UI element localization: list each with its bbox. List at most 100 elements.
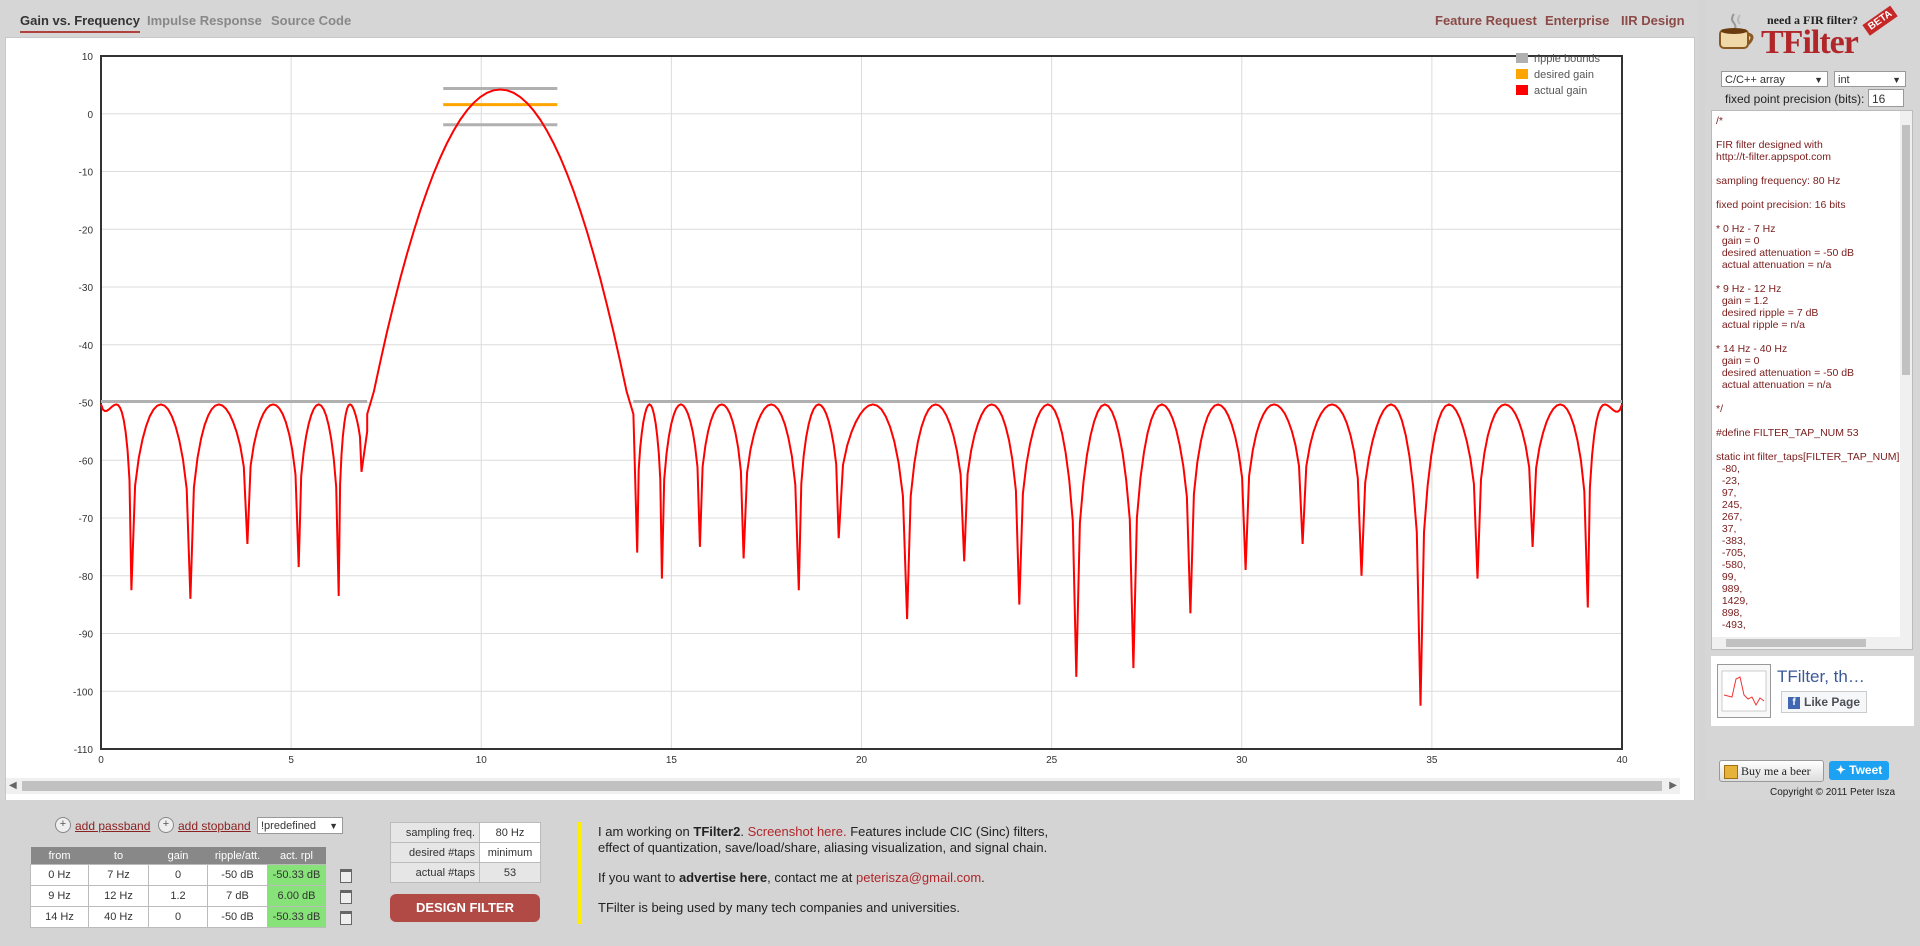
like-page-button[interactable]: f Like Page bbox=[1781, 691, 1867, 713]
predefined-select-value: !predefined bbox=[261, 820, 317, 832]
column-header: to bbox=[88, 847, 149, 865]
design-filter-button[interactable]: DESIGN FILTER bbox=[390, 894, 540, 922]
band-to-input[interactable]: 12 Hz bbox=[88, 885, 149, 907]
x-tick-label: 40 bbox=[1616, 755, 1628, 766]
band-actual-ripple: -50.33 dB bbox=[267, 906, 326, 928]
legend-label: ripple bounds bbox=[1534, 53, 1601, 65]
sampling-freq-input[interactable]: 80 Hz bbox=[479, 822, 541, 843]
thumbnail-chart-icon bbox=[1721, 670, 1767, 712]
chevron-down-icon: ▼ bbox=[329, 821, 338, 831]
advertise-here: advertise here bbox=[678, 870, 768, 885]
y-tick-label: -100 bbox=[73, 687, 93, 698]
band-ripple-input[interactable]: -50 dB bbox=[207, 906, 268, 928]
code-vertical-scrollbar[interactable] bbox=[1900, 111, 1912, 649]
buy-me-a-beer-button[interactable]: Buy me a beer bbox=[1719, 760, 1824, 782]
legend-swatch bbox=[1516, 85, 1528, 95]
bands-table-header: from to gain ripple/att. act. rpl bbox=[30, 847, 326, 865]
params-table: sampling freq. 80 Hz desired #taps minim… bbox=[390, 822, 541, 883]
language-select[interactable]: C/C++ array ▼ bbox=[1721, 71, 1828, 87]
copyright: Copyright © 2011 Peter Isza bbox=[1770, 787, 1896, 798]
chart-horizontal-scrollbar[interactable]: ◀ ▶ bbox=[6, 778, 1680, 794]
y-tick-label: -60 bbox=[79, 456, 94, 467]
legend-label: desired gain bbox=[1534, 69, 1594, 81]
announcement-text: Features include CIC (Sinc) filters, bbox=[846, 824, 1049, 839]
announcement-text: effect of quantization, save/load/share,… bbox=[598, 840, 1048, 855]
trash-icon[interactable] bbox=[340, 911, 352, 925]
like-page-label: Like Page bbox=[1804, 695, 1861, 709]
band-to-input[interactable]: 40 Hz bbox=[88, 906, 149, 928]
scroll-left-icon[interactable]: ◀ bbox=[9, 780, 17, 791]
x-tick-label: 30 bbox=[1236, 755, 1248, 766]
predefined-select[interactable]: !predefined ▼ bbox=[257, 817, 343, 834]
announcement-text: . bbox=[740, 824, 748, 839]
gain-chart-svg: 10 0 -10 -20 -30 -40 -50 -60 -70 -80 -90 -100 -110 0 5… bbox=[73, 52, 1628, 766]
scroll-right-icon[interactable]: ▶ bbox=[1669, 780, 1677, 791]
legend-label: actual gain bbox=[1534, 85, 1587, 97]
tab-gain-vs-frequency[interactable]: Gain vs. Frequency bbox=[20, 13, 140, 33]
band-from-input[interactable]: 0 Hz bbox=[30, 864, 89, 886]
add-stopband-icon[interactable]: + bbox=[158, 817, 174, 833]
beer-label: Buy me a beer bbox=[1741, 764, 1811, 778]
type-select[interactable]: int ▼ bbox=[1834, 71, 1906, 87]
param-row: sampling freq. 80 Hz bbox=[390, 822, 541, 843]
add-stopband-link[interactable]: add stopband bbox=[178, 819, 251, 833]
add-passband-icon[interactable]: + bbox=[55, 817, 71, 833]
band-ripple-input[interactable]: -50 dB bbox=[207, 864, 268, 886]
column-header: from bbox=[30, 847, 89, 865]
band-gain-input[interactable]: 0 bbox=[148, 906, 208, 928]
band-from-input[interactable]: 9 Hz bbox=[30, 885, 89, 907]
announcement-text: , contact me at bbox=[767, 870, 856, 885]
x-tick-label: 15 bbox=[666, 755, 678, 766]
band-gain-input[interactable]: 1.2 bbox=[148, 885, 208, 907]
tab-source-code[interactable]: Source Code bbox=[271, 13, 351, 28]
facebook-icon: f bbox=[1788, 696, 1800, 709]
announcement-line-1: I am working on TFilter2. Screenshot her… bbox=[598, 824, 1048, 856]
scrollbar-thumb[interactable] bbox=[22, 781, 1662, 791]
table-row: 9 Hz 12 Hz 1.2 7 dB 6.00 dB bbox=[30, 885, 326, 907]
y-tick-label: 0 bbox=[87, 110, 93, 121]
x-tick-label: 10 bbox=[476, 755, 488, 766]
param-row: actual #taps 53 bbox=[390, 862, 541, 883]
facebook-page-thumbnail[interactable] bbox=[1717, 664, 1771, 718]
gain-chart: 10 0 -10 -20 -30 -40 -50 -60 -70 -80 -90 -100 -110 0 5… bbox=[5, 37, 1695, 801]
facebook-page-name[interactable]: TFilter, th… bbox=[1777, 667, 1865, 687]
code-horizontal-scrollbar[interactable] bbox=[1712, 637, 1900, 649]
x-tick-label: 0 bbox=[98, 755, 104, 766]
screenshot-link[interactable]: Screenshot here. bbox=[748, 824, 847, 839]
email-link[interactable]: peterisza@gmail.com bbox=[856, 870, 981, 885]
y-tick-label: -30 bbox=[79, 283, 94, 294]
iir-design-link[interactable]: IIR Design bbox=[1621, 13, 1685, 28]
table-row: 14 Hz 40 Hz 0 -50 dB -50.33 dB bbox=[30, 906, 326, 928]
tfilter2-name: TFilter2 bbox=[693, 824, 741, 839]
chevron-down-icon: ▼ bbox=[1814, 75, 1823, 85]
desired-taps-input[interactable]: minimum bbox=[479, 842, 541, 863]
add-passband-link[interactable]: add passband bbox=[75, 819, 150, 833]
band-to-input[interactable]: 7 Hz bbox=[88, 864, 149, 886]
announcement-line-3: TFilter is being used by many tech compa… bbox=[598, 900, 961, 915]
trash-icon[interactable] bbox=[340, 890, 352, 904]
feature-request-link[interactable]: Feature Request bbox=[1435, 13, 1537, 28]
language-select-value: C/C++ array bbox=[1725, 74, 1785, 86]
band-ripple-input[interactable]: 7 dB bbox=[207, 885, 268, 907]
announcement-text: I am working on bbox=[598, 824, 694, 839]
y-tick-label: -70 bbox=[79, 514, 94, 525]
announcement-bar bbox=[578, 822, 582, 924]
band-actual-ripple: -50.33 dB bbox=[267, 864, 326, 886]
trash-icon[interactable] bbox=[340, 869, 352, 883]
band-gain-input[interactable]: 0 bbox=[148, 864, 208, 886]
band-from-input[interactable]: 14 Hz bbox=[30, 906, 89, 928]
facebook-widget: TFilter, th… f Like Page bbox=[1711, 656, 1914, 726]
enterprise-link[interactable]: Enterprise bbox=[1545, 13, 1609, 28]
beta-badge: BETA bbox=[1862, 5, 1899, 36]
sampling-freq-label: sampling freq. bbox=[390, 822, 480, 843]
main-panel: Gain vs. Frequency Impulse Response Sour… bbox=[0, 0, 1698, 801]
legend-swatch bbox=[1516, 69, 1528, 79]
source-code-box[interactable]: /* FIR filter designed with http://t-fil… bbox=[1711, 110, 1913, 650]
tweet-button[interactable]: ✦ Tweet bbox=[1829, 761, 1889, 780]
tab-impulse-response[interactable]: Impulse Response bbox=[147, 13, 262, 28]
fixed-point-precision-input[interactable]: 16 bbox=[1868, 89, 1904, 107]
column-header: ripple/att. bbox=[207, 847, 268, 865]
param-row: desired #taps minimum bbox=[390, 842, 541, 863]
announcement-line-2: If you want to advertise here, contact m… bbox=[598, 870, 985, 886]
logo-title: TFilter bbox=[1761, 24, 1859, 61]
